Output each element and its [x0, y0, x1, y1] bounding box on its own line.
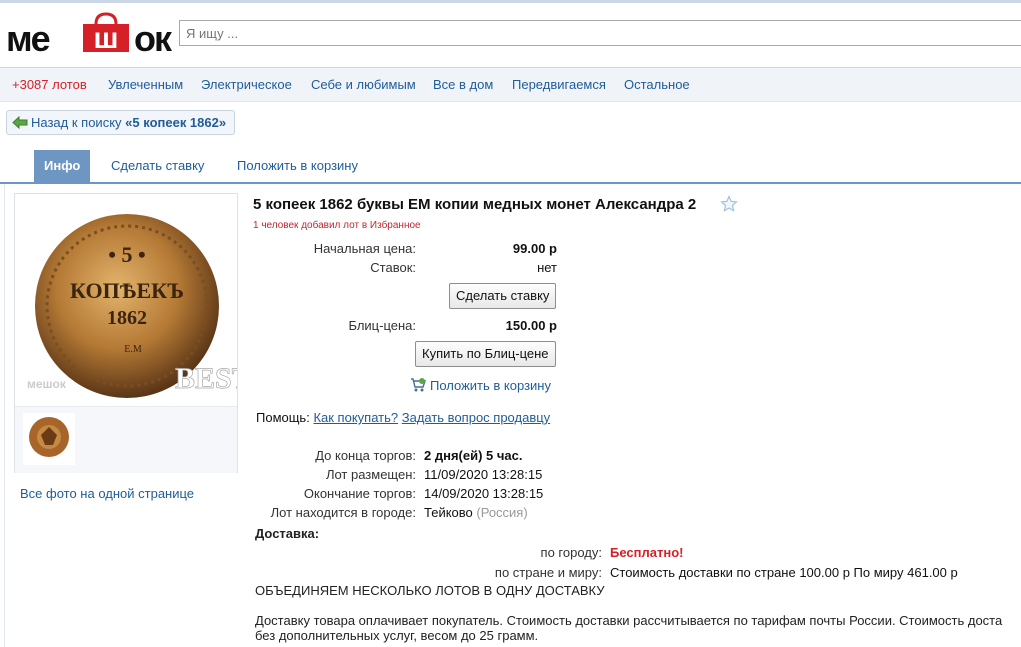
help-label: Помощь: — [256, 410, 310, 425]
ask-seller-link[interactable]: Задать вопрос продавцу — [402, 410, 550, 425]
nav-item-self[interactable]: Себе и любимым — [311, 77, 416, 92]
thumbnail-coin[interactable] — [23, 413, 75, 465]
add-to-cart-link[interactable]: Положить в корзину — [410, 377, 551, 393]
tab-add-to-cart[interactable]: Положить в корзину — [237, 150, 358, 182]
svg-text:BEST: BEST — [175, 362, 237, 395]
add-to-cart-label: Положить в корзину — [430, 378, 551, 393]
delivery-note-line2: без дополнительных услуг, весом до 25 гр… — [255, 628, 539, 643]
nav-item-hobby[interactable]: Увлеченным — [108, 77, 183, 92]
photo-gallery: • 5 • КОПѢЕКЪ 1862 Е.М мешок BEST — [14, 193, 252, 473]
finish-label: Окончание торгов: — [303, 486, 416, 501]
bids-value: нет — [537, 260, 557, 275]
site-logo[interactable]: ме ш ок — [6, 8, 172, 59]
lot-tabs: Инфо Сделать ставку Положить в корзину — [0, 150, 1021, 184]
delivery-city-value: Бесплатно! — [610, 545, 684, 560]
delivery-country-value: Стоимость доставки по стране 100.00 р По… — [610, 565, 958, 580]
start-price-label: Начальная цена: — [313, 241, 416, 256]
arrow-left-icon — [12, 116, 28, 129]
delivery-note-line1: Доставку товара оплачивает покупатель. С… — [255, 613, 1003, 628]
main-photo[interactable]: • 5 • КОПѢЕКЪ 1862 Е.М мешок BEST — [15, 194, 252, 406]
nav-item-other[interactable]: Остальное — [624, 77, 690, 92]
placed-value: 11/09/2020 13:28:15 — [424, 467, 543, 482]
svg-text:• 5 •: • 5 • — [108, 242, 145, 267]
shopping-bag-logo-icon: ш — [83, 12, 129, 52]
back-to-search-button[interactable]: Назад к поиску «5 копеек 1862» — [6, 110, 236, 135]
svg-text:КОПѢЕКЪ: КОПѢЕКЪ — [70, 278, 184, 303]
city-label: Лот находится в городе: — [270, 505, 416, 520]
delivery-heading: Доставка: — [255, 526, 320, 541]
nav-lot-count[interactable]: +3087 лотов — [12, 77, 87, 92]
make-bid-button[interactable]: Сделать ставку — [449, 283, 557, 309]
logo-text-right: ок — [134, 18, 172, 59]
start-price-value: 99.00 р — [512, 241, 557, 256]
finish-value: 14/09/2020 13:28:15 — [424, 486, 544, 501]
how-to-buy-link[interactable]: Как покупать? — [313, 410, 398, 425]
tab-info[interactable]: Инфо — [34, 150, 91, 182]
favorite-star-icon[interactable] — [720, 195, 738, 213]
coin-image: • 5 • КОПѢЕКЪ 1862 Е.М мешок BEST — [27, 214, 252, 398]
placed-label: Лот размещен: — [325, 467, 416, 482]
delivery-combine-note: ОБЪЕДИНЯЕМ НЕСКОЛЬКО ЛОТОВ В ОДНУ ДОСТАВ… — [255, 583, 605, 598]
search-input[interactable] — [179, 20, 1021, 46]
buy-blitz-button[interactable]: Купить по Блиц-цене — [415, 341, 556, 367]
top-border — [0, 0, 1021, 3]
thumbnail-strip — [15, 406, 237, 473]
back-query: «5 копеек 1862» — [125, 115, 227, 130]
auction-end-label: До конца торгов: — [315, 448, 416, 463]
logo-text-left: ме — [6, 18, 51, 59]
svg-text:Е.М: Е.М — [124, 344, 142, 355]
nav-item-electric[interactable]: Электрическое — [201, 77, 292, 92]
svg-text:ш: ш — [93, 22, 118, 52]
tab-make-bid[interactable]: Сделать ставку — [111, 150, 204, 182]
blitz-price-value: 150.00 р — [505, 318, 557, 333]
cart-icon — [411, 378, 426, 392]
bids-label: Ставок: — [370, 260, 416, 275]
favorites-count: 1 человек добавил лот в Избранное — [253, 220, 421, 231]
country-value: (Россия) — [476, 505, 528, 520]
category-nav: +3087 лотов Увлеченным Электрическое Себ… — [0, 67, 1021, 102]
all-photos-link[interactable]: Все фото на одной странице — [20, 486, 194, 501]
nav-item-transport[interactable]: Передвигаемся — [512, 77, 606, 92]
delivery-city-label: по городу: — [540, 545, 602, 560]
help-row: Помощь: Как покупать? Задать вопрос прод… — [256, 410, 550, 425]
nav-item-home[interactable]: Все в дом — [433, 77, 493, 92]
svg-text:мешок: мешок — [27, 377, 67, 391]
back-label: Назад к поиску — [31, 115, 122, 130]
svg-text:1862: 1862 — [107, 307, 147, 329]
lot-title: 5 копеек 1862 буквы ЕМ копии медных моне… — [253, 196, 697, 213]
auction-end-value: 2 дня(ей) 5 час. — [424, 448, 523, 463]
blitz-price-label: Блиц-цена: — [348, 318, 416, 333]
city-value: Тейково — [424, 505, 473, 520]
delivery-country-label: по стране и миру: — [494, 565, 602, 580]
city-row: Тейково (Россия) — [424, 505, 528, 520]
